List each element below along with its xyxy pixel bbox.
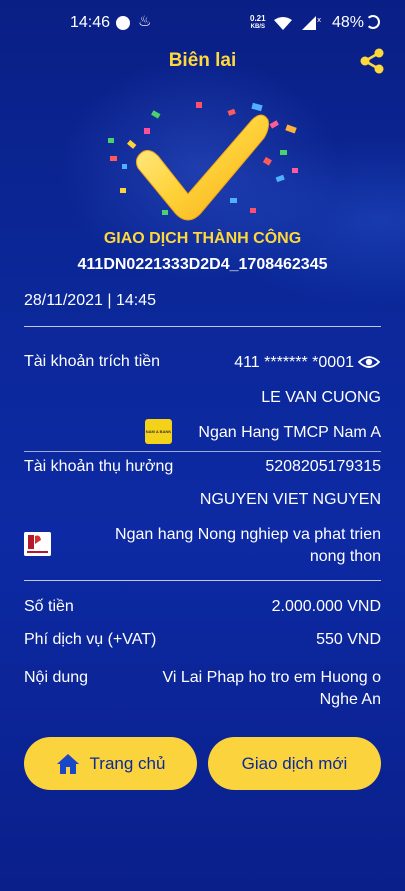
content-label: Nội dung <box>24 669 89 686</box>
beneficiary-account-label: Tài khoản thụ hưởng <box>24 458 174 475</box>
amount-value: 2.000.000 VND <box>271 598 381 615</box>
wifi-icon <box>274 17 292 30</box>
status-time: 14:46 <box>70 14 111 31</box>
new-transaction-button[interactable]: Giao dịch mới <box>208 737 381 790</box>
battery-level: 48% <box>332 14 365 31</box>
svg-text:x: x <box>317 16 321 24</box>
content-value: Vi Lai Phap ho tro em Huong o Nghe An <box>162 669 381 708</box>
eye-icon[interactable] <box>358 354 380 370</box>
status-bar: 14:46 ♨ 0.21 KB/S x 48% <box>0 0 405 44</box>
share-icon[interactable] <box>358 47 386 75</box>
divider <box>24 451 381 452</box>
new-transaction-button-label: Giao dịch mới <box>241 753 348 773</box>
page-title: Biên lai <box>168 50 237 71</box>
app-notification-icon: ♨ <box>138 13 152 30</box>
nam-a-bank-logo: NAM A BANK <box>145 419 172 444</box>
beneficiary-bank-name: Ngan hang Nong nghiep va phat trien nong… <box>115 526 381 565</box>
source-account-name: LE VAN CUONG <box>261 389 381 406</box>
home-button-label: Trang chủ <box>89 753 166 773</box>
source-account-number: 411 ******* *0001 <box>234 354 354 371</box>
signal-icon: x <box>302 16 321 30</box>
success-check-icon <box>108 102 298 221</box>
battery-icon <box>366 15 380 29</box>
notification-dot-icon <box>116 16 130 30</box>
network-speed-unit: KB/S <box>250 24 265 30</box>
divider <box>24 580 381 581</box>
beneficiary-account-number: 5208205179315 <box>265 458 381 475</box>
source-bank-name: Ngan Hang TMCP Nam A <box>198 424 381 441</box>
transaction-id: 411DN0221333D2D4_1708462345 <box>77 256 328 273</box>
home-icon <box>56 753 79 774</box>
home-button[interactable]: Trang chủ <box>24 737 197 790</box>
beneficiary-name: NGUYEN VIET NGUYEN <box>199 491 381 508</box>
network-speed-value: 0.21 <box>250 14 266 23</box>
agribank-logo <box>24 532 51 556</box>
transaction-datetime: 28/11/2021 | 14:45 <box>24 292 156 309</box>
network-speed: 0.21 KB/S <box>250 15 266 31</box>
fee-label: Phí dịch vụ (+VAT) <box>24 631 157 648</box>
amount-label: Số tiền <box>24 598 74 615</box>
fee-value: 550 VND <box>316 631 381 648</box>
divider <box>24 326 381 327</box>
transaction-status: GIAO DỊCH THÀNH CÔNG <box>103 230 302 247</box>
source-account-label: Tài khoản trích tiền <box>24 353 161 370</box>
